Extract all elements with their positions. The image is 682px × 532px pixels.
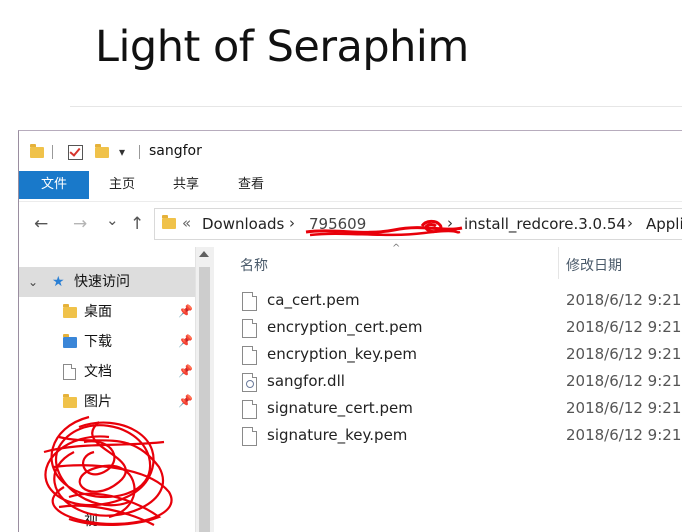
file-name: encryption_key.pem <box>267 345 418 363</box>
up-arrow-icon[interactable]: ↑ <box>130 214 144 234</box>
file-list: ^ 名称 修改日期 ca_cert.pem 2018/6/12 9:21 enc… <box>214 243 682 532</box>
scroll-thumb[interactable] <box>199 267 210 532</box>
pin-icon: 📌 <box>178 334 193 348</box>
ribbon-tabs: 文件 主页 共享 查看 <box>19 171 682 199</box>
file-explorer-window: ▾ sangfor 文件 主页 共享 查看 ← → ⌄ ↑ « Download… <box>18 130 682 532</box>
window-title: sangfor <box>149 143 202 159</box>
window-folder-icon <box>30 143 44 161</box>
list-item[interactable]: encryption_cert.pem 2018/6/12 9:21 <box>242 316 682 343</box>
file-date: 2018/6/12 9:21 <box>566 318 682 336</box>
address-bar[interactable]: « Downloads › 795609 › install_redcore.3… <box>154 208 682 240</box>
new-folder-icon[interactable] <box>95 143 109 161</box>
sidebar-item-desktop[interactable]: 桌面 <box>84 300 112 324</box>
star-icon: ★ <box>52 274 65 290</box>
list-item[interactable]: signature_key.pem 2018/6/12 9:21 <box>242 424 682 451</box>
title-separator-2 <box>139 143 140 161</box>
pictures-folder-icon <box>63 394 77 410</box>
breadcrumb-appli[interactable]: Appli <box>646 215 682 233</box>
tab-share[interactable]: 共享 <box>155 171 217 199</box>
sidebar-item-pictures[interactable]: 图片 <box>84 390 112 414</box>
redaction-scribble <box>43 415 173 527</box>
scroll-up-arrow-icon[interactable] <box>199 251 209 257</box>
downloads-folder-icon <box>63 334 77 350</box>
properties-check-icon[interactable] <box>68 143 83 161</box>
list-item[interactable]: ca_cert.pem 2018/6/12 9:21 <box>242 289 682 316</box>
navigation-bar: ← → ⌄ ↑ « Downloads › 795609 › install_r… <box>19 201 682 246</box>
sidebar-scrollbar[interactable] <box>195 247 214 532</box>
breadcrumb-downloads[interactable]: Downloads <box>202 215 284 233</box>
breadcrumb-redacted[interactable]: 795609 <box>309 215 366 233</box>
pin-icon: 📌 <box>178 364 193 378</box>
tab-file[interactable]: 文件 <box>19 171 89 199</box>
customize-toolbar-dropdown[interactable]: ▾ <box>119 143 125 161</box>
file-name: ca_cert.pem <box>267 291 360 309</box>
sort-caret-icon: ^ <box>392 243 401 254</box>
pin-icon: 📌 <box>178 304 193 318</box>
file-name: signature_cert.pem <box>267 399 413 417</box>
file-name: sangfor.dll <box>267 372 345 390</box>
pin-icon: 📌 <box>178 394 193 408</box>
file-name: signature_key.pem <box>267 426 408 444</box>
file-date: 2018/6/12 9:21 <box>566 399 682 417</box>
file-icon <box>242 319 257 338</box>
list-item[interactable]: encryption_key.pem 2018/6/12 9:21 <box>242 343 682 370</box>
file-icon <box>242 346 257 365</box>
file-date: 2018/6/12 9:21 <box>566 291 682 309</box>
desktop-folder-icon <box>63 304 77 320</box>
dll-file-icon <box>242 373 257 392</box>
file-icon <box>242 292 257 311</box>
breadcrumb-separator-icon: › <box>289 214 295 232</box>
column-header-name[interactable]: 名称 <box>240 255 268 275</box>
file-date: 2018/6/12 9:21 <box>566 426 682 444</box>
file-date: 2018/6/12 9:21 <box>566 345 682 363</box>
list-item[interactable]: signature_cert.pem 2018/6/12 9:21 <box>242 397 682 424</box>
sidebar-item-partial[interactable]: 视 <box>84 509 98 532</box>
sidebar-item-documents[interactable]: 文档 <box>84 360 112 384</box>
back-arrow-icon[interactable]: ← <box>34 214 48 234</box>
list-item[interactable]: sangfor.dll 2018/6/12 9:21 <box>242 370 682 397</box>
file-name: encryption_cert.pem <box>267 318 423 336</box>
navigation-pane: ⌄ ★ 快速访问 桌面 📌 下载 📌 文档 📌 图片 📌 视 <box>19 247 195 532</box>
title-separator <box>52 143 53 161</box>
documents-folder-icon <box>63 364 77 380</box>
breadcrumb-install-folder[interactable]: install_redcore.3.0.54 <box>464 215 626 233</box>
file-icon <box>242 427 257 446</box>
tab-home[interactable]: 主页 <box>91 171 153 199</box>
breadcrumb-separator-icon: › <box>447 214 453 232</box>
expand-chevron-icon[interactable]: ⌄ <box>28 270 38 294</box>
file-icon <box>242 400 257 419</box>
tab-view[interactable]: 查看 <box>220 171 282 199</box>
overflow-chevron-icon[interactable]: « <box>182 214 191 232</box>
column-divider[interactable] <box>558 247 559 279</box>
column-header-modified[interactable]: 修改日期 <box>566 255 622 275</box>
page-divider <box>70 106 682 107</box>
sidebar-item-downloads[interactable]: 下载 <box>84 330 112 354</box>
page-title: Light of Seraphim <box>95 22 469 72</box>
quick-access-label[interactable]: 快速访问 <box>74 270 130 294</box>
forward-arrow-icon[interactable]: → <box>73 214 87 234</box>
file-date: 2018/6/12 9:21 <box>566 372 682 390</box>
recent-locations-chevron-icon[interactable]: ⌄ <box>106 211 119 229</box>
title-bar: ▾ sangfor <box>19 131 682 171</box>
breadcrumb-separator-icon: › <box>627 214 633 232</box>
address-folder-icon <box>162 215 176 229</box>
